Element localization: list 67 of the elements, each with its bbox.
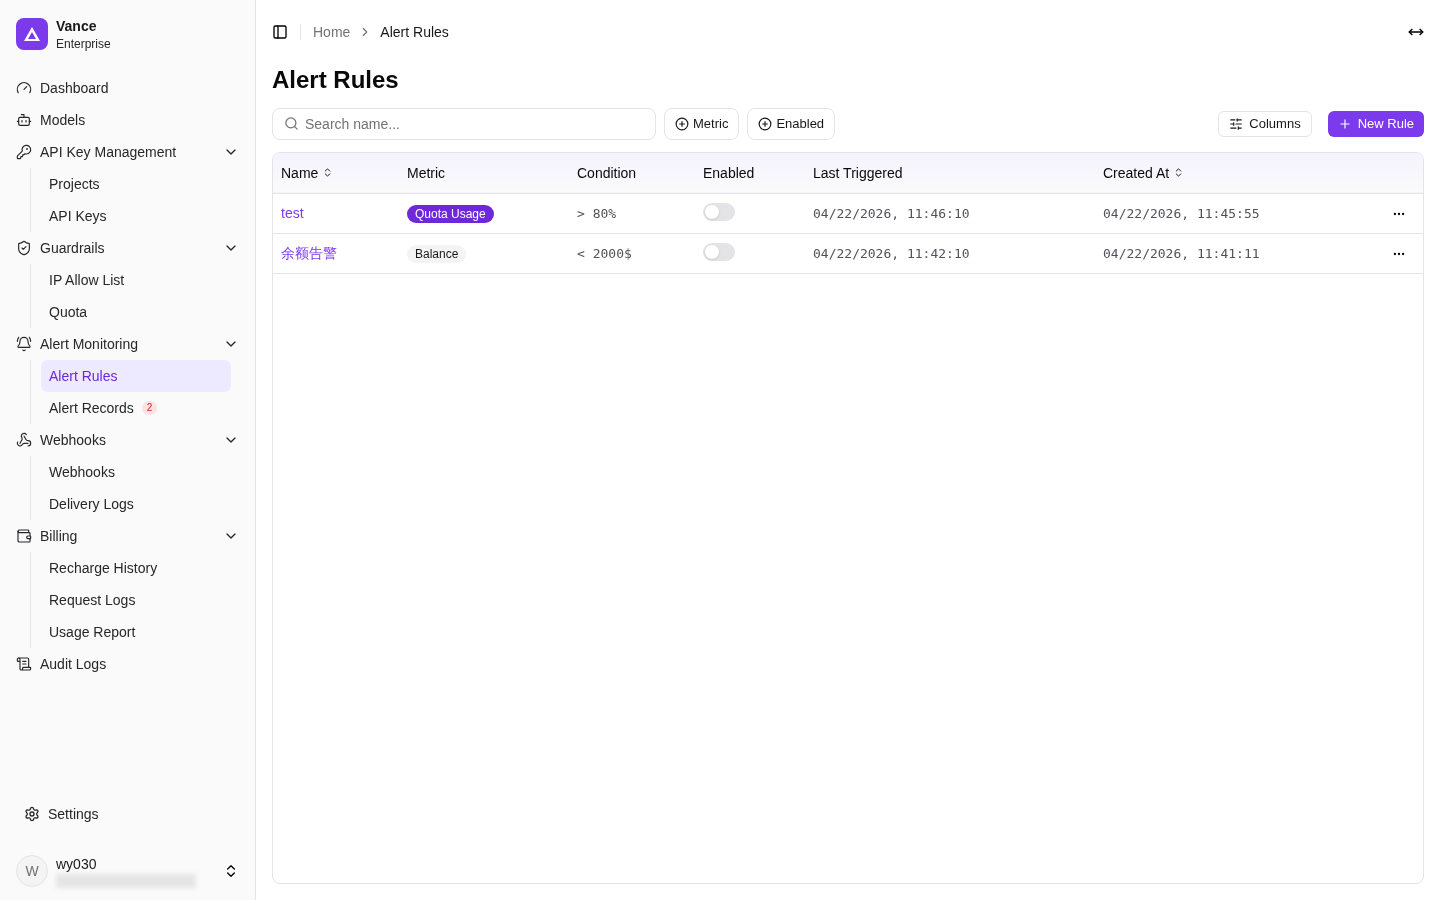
nav-subitem[interactable]: Delivery Logs	[41, 488, 231, 520]
metric-tag: Balance	[407, 245, 467, 263]
nav-item[interactable]: Webhooks	[8, 424, 247, 456]
column-header[interactable]: Created At	[1103, 162, 1185, 183]
new-rule-button[interactable]: New Rule	[1327, 111, 1424, 137]
rule-name-link[interactable]: test	[281, 205, 304, 221]
column-header[interactable]: Name	[281, 162, 334, 183]
webhook-icon	[16, 432, 32, 448]
count-badge: 2	[141, 400, 158, 416]
condition-text: > 80%	[577, 205, 617, 221]
settings-item[interactable]: Settings	[8, 798, 247, 830]
nav-subitem[interactable]: API Keys	[41, 200, 231, 232]
nav-item[interactable]: Dashboard	[8, 72, 247, 104]
nav-subitem[interactable]: Usage Report	[41, 616, 231, 648]
bell-icon	[16, 336, 32, 352]
scroll-icon	[16, 656, 32, 672]
nav-subitem[interactable]: Projects	[41, 168, 231, 200]
rule-name-link[interactable]: 余额告警	[281, 245, 337, 261]
timestamp-text: 04/22/2026, 11:46:10	[813, 205, 970, 221]
brand-plan: Enterprise	[56, 36, 111, 52]
nav-subitem[interactable]: Request Logs	[41, 584, 231, 616]
nav-item[interactable]: Guardrails	[8, 232, 247, 264]
condition-text: < 2000$	[577, 245, 632, 261]
nav-subitem[interactable]: Recharge History	[41, 552, 231, 584]
brand-name: Vance	[56, 17, 98, 36]
wallet-icon	[16, 528, 32, 544]
column-header: Metric	[407, 163, 446, 183]
nav-subitem[interactable]: Alert Rules	[41, 360, 231, 392]
nav-subitem[interactable]: Quota	[41, 296, 231, 328]
timestamp-text: 04/22/2026, 11:42:10	[813, 245, 970, 261]
filter-button[interactable]: Enabled	[747, 108, 836, 140]
search-icon	[284, 116, 299, 131]
page-title: Alert Rules	[272, 65, 400, 95]
enabled-switch[interactable]	[703, 242, 735, 261]
nav-item[interactable]: API Key Management	[8, 136, 247, 168]
nav-item[interactable]: Audit Logs	[8, 648, 247, 680]
plus-circle-icon	[758, 117, 773, 131]
column-header: Condition	[577, 163, 637, 183]
timestamp-text: 04/22/2026, 11:45:55	[1103, 205, 1260, 221]
nav-item[interactable]: Billing	[8, 520, 247, 552]
nav-subitem[interactable]: Alert Records 2	[41, 392, 231, 424]
timestamp-text: 04/22/2026, 11:41:11	[1103, 245, 1260, 261]
robot-icon	[16, 112, 32, 128]
nav-subitem[interactable]: IP Allow List	[41, 264, 231, 296]
metric-tag: Quota Usage	[407, 205, 494, 223]
column-header: Last Triggered	[813, 163, 903, 183]
gauge-icon	[16, 80, 32, 96]
key-icon	[16, 144, 32, 160]
sidebar-toggle-icon[interactable]	[272, 24, 288, 40]
plus-circle-icon	[675, 117, 689, 131]
breadcrumb-current: Alert Rules	[380, 23, 449, 42]
plus-icon	[1337, 117, 1352, 131]
user-name: wy030	[56, 855, 98, 874]
logo-icon	[16, 18, 48, 50]
filter-button[interactable]: Metric	[664, 108, 740, 140]
user-avatar: W	[16, 855, 48, 887]
nav-item[interactable]: Models	[8, 104, 247, 136]
columns-button[interactable]: Columns	[1218, 111, 1312, 137]
enabled-switch[interactable]	[703, 202, 735, 221]
sliders-icon	[1229, 117, 1244, 131]
settings-icon	[24, 806, 40, 822]
column-header: Enabled	[703, 163, 755, 183]
search-field[interactable]: Search name...	[272, 108, 656, 140]
nav-item[interactable]: Alert Monitoring	[8, 328, 247, 360]
nav-subitem[interactable]: Webhooks	[41, 456, 231, 488]
shield-icon	[16, 240, 32, 256]
breadcrumb-link[interactable]: Home	[313, 22, 351, 42]
